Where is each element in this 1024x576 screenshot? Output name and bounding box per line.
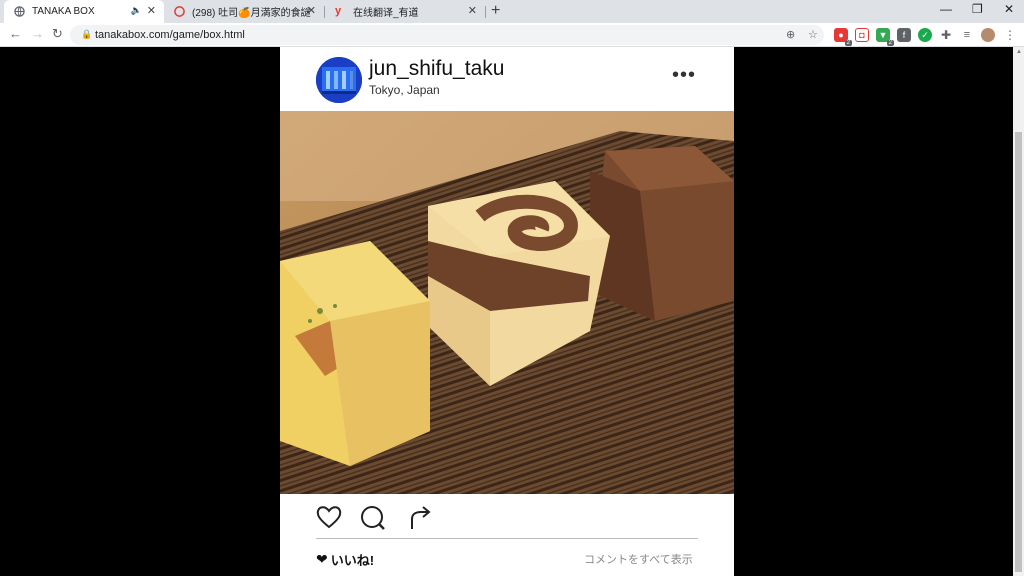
restore-icon[interactable]: ❐ — [972, 2, 983, 16]
back-icon[interactable]: ← — [9, 27, 22, 41]
post-photo — [280, 111, 734, 494]
adblock-extension-icon[interactable]: ● 2 — [834, 28, 852, 46]
shield-extension-icon[interactable]: ▼ 2 — [876, 28, 894, 46]
filled-heart-icon: ❤ — [316, 551, 328, 567]
globe-icon — [14, 6, 25, 17]
avatar[interactable] — [316, 57, 362, 103]
menu-kebab-icon[interactable]: ⋮ — [1003, 28, 1017, 42]
divider — [316, 538, 698, 539]
zoom-icon[interactable]: ⊕ — [786, 28, 795, 41]
youdao-icon: y — [335, 5, 342, 17]
forward-icon[interactable]: → — [31, 27, 44, 41]
tab-separator — [485, 6, 486, 18]
profile-avatar[interactable] — [981, 28, 995, 42]
close-tab-icon[interactable]: ✕ — [468, 5, 477, 17]
close-tab-icon[interactable]: ✕ — [147, 5, 156, 17]
minimize-icon[interactable]: — — [940, 2, 952, 16]
post-card: jun_shifu_taku Tokyo, Japan ••• ❤ いいね! コ… — [280, 47, 734, 576]
tab-strip: TANAKA BOX 🔈 ✕ (298) 吐司🍊月満家的食謎T [acc ✕ y… — [0, 0, 1024, 23]
browser-toolbar: ← → ↻ 🔒 tanakabox.com/game/box.html ⊕ ☆ … — [0, 23, 1024, 47]
scrollbar-thumb[interactable] — [1015, 132, 1022, 572]
post-location[interactable]: Tokyo, Japan — [369, 83, 440, 97]
address-bar[interactable]: 🔒 tanakabox.com/game/box.html ⊕ ☆ — [70, 25, 824, 45]
scroll-up-icon[interactable]: ▲ — [1016, 49, 1022, 55]
tab-title: 在线翻译_有道 — [353, 8, 419, 19]
page-scrollbar[interactable]: ▲ — [1013, 47, 1024, 576]
comment-icon[interactable] — [360, 505, 386, 536]
close-tab-icon[interactable]: ✕ — [307, 5, 316, 17]
tab-title: TANAKA BOX — [32, 6, 95, 17]
new-tab-icon[interactable]: + — [491, 2, 500, 20]
url-text: tanakabox.com/game/box.html — [95, 29, 245, 41]
tab-bilibili[interactable]: (298) 吐司🍊月満家的食謎T [acc ✕ — [164, 0, 324, 23]
likes-row[interactable]: ❤ いいね! — [316, 550, 374, 569]
reload-icon[interactable]: ↻ — [52, 27, 63, 41]
more-options-icon[interactable]: ••• — [672, 64, 696, 87]
share-icon[interactable] — [408, 505, 432, 536]
facebook-extension-icon[interactable]: f — [897, 28, 911, 42]
audio-icon[interactable]: 🔈 — [131, 5, 142, 16]
reading-list-icon[interactable]: ≡ — [960, 28, 974, 42]
heart-icon[interactable] — [316, 505, 342, 534]
bilibili-icon — [174, 6, 185, 17]
post-username[interactable]: jun_shifu_taku — [369, 57, 504, 81]
pocket-extension-icon[interactable]: ◘ — [855, 28, 869, 42]
tab-title: (298) 吐司🍊月満家的食謎T [acc — [192, 8, 312, 19]
puzzle-extensions-icon[interactable]: ✚ — [939, 28, 953, 42]
view-all-comments-link[interactable]: コメントをすべて表示 — [584, 551, 693, 567]
tab-tanaka-box[interactable]: TANAKA BOX 🔈 ✕ — [4, 0, 164, 23]
likes-label: いいね! — [330, 553, 375, 568]
tab-youdao[interactable]: y 在线翻译_有道 ✕ — [325, 0, 485, 23]
bookmark-star-icon[interactable]: ☆ — [808, 28, 818, 41]
check-extension-icon[interactable]: ✓ — [918, 28, 932, 42]
lock-icon[interactable]: 🔒 — [81, 29, 92, 40]
close-window-icon[interactable]: ✕ — [1004, 2, 1014, 16]
